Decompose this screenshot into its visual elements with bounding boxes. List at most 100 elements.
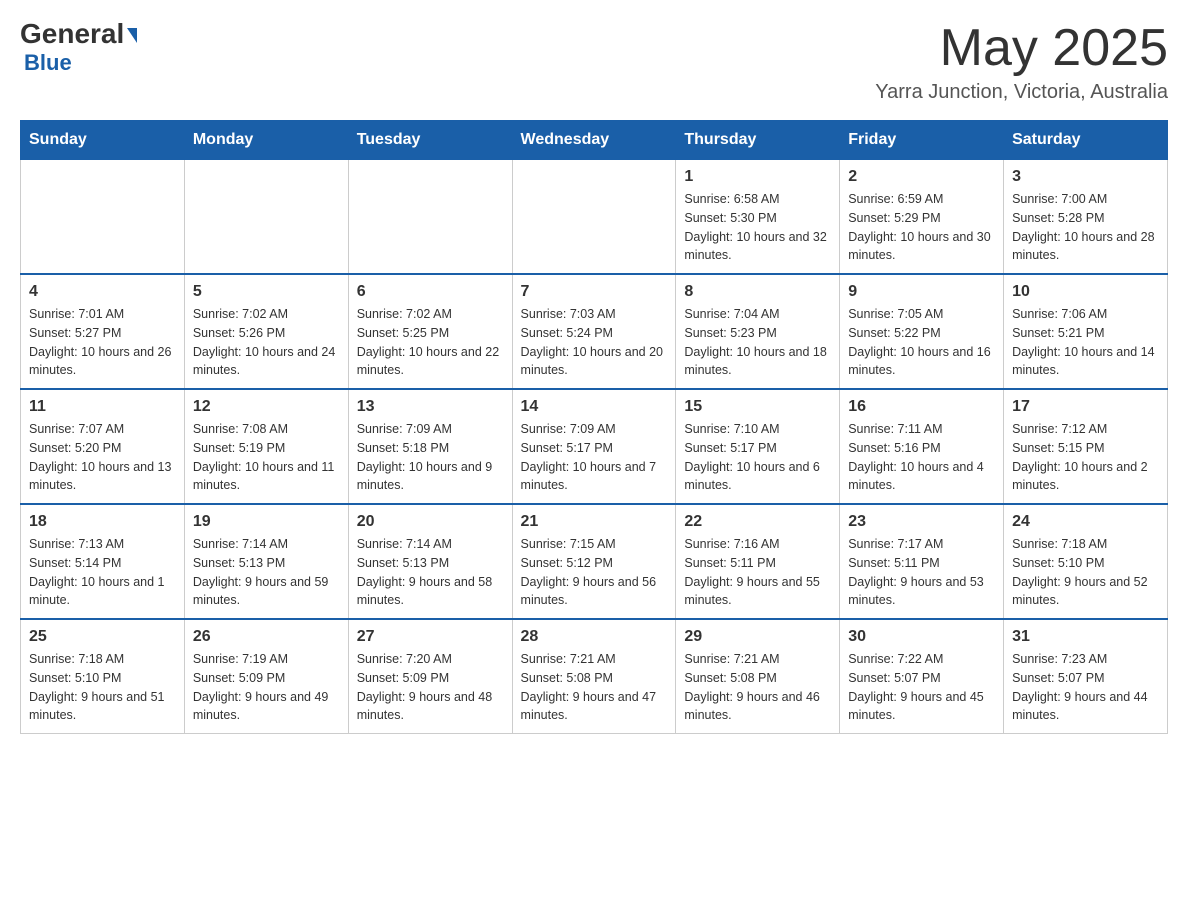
- day-number: 10: [1012, 283, 1159, 301]
- calendar-week-row: 4 Sunrise: 7:01 AMSunset: 5:27 PMDaylight…: [21, 274, 1168, 389]
- day-number: 5: [193, 283, 340, 301]
- calendar-cell: 2 Sunrise: 6:59 AMSunset: 5:29 PMDaylight…: [840, 160, 1004, 275]
- day-info: Sunrise: 7:23 AMSunset: 5:07 PMDaylight:…: [1012, 650, 1159, 725]
- day-info: Sunrise: 7:18 AMSunset: 5:10 PMDaylight:…: [29, 650, 176, 725]
- day-number: 28: [521, 628, 668, 646]
- day-info: Sunrise: 7:01 AMSunset: 5:27 PMDaylight:…: [29, 305, 176, 380]
- day-number: 2: [848, 168, 995, 186]
- day-number: 15: [684, 398, 831, 416]
- month-title: May 2025: [875, 20, 1168, 77]
- day-number: 23: [848, 513, 995, 531]
- calendar-cell: 3 Sunrise: 7:00 AMSunset: 5:28 PMDaylight…: [1004, 160, 1168, 275]
- day-info: Sunrise: 6:58 AMSunset: 5:30 PMDaylight:…: [684, 190, 831, 265]
- calendar-cell: 28 Sunrise: 7:21 AMSunset: 5:08 PMDayligh…: [512, 619, 676, 734]
- day-info: Sunrise: 7:22 AMSunset: 5:07 PMDaylight:…: [848, 650, 995, 725]
- calendar-cell: 12 Sunrise: 7:08 AMSunset: 5:19 PMDayligh…: [184, 389, 348, 504]
- calendar-cell: 6 Sunrise: 7:02 AMSunset: 5:25 PMDaylight…: [348, 274, 512, 389]
- calendar-cell: 20Sunrise: 7:14 AMSunset: 5:13 PMDayligh…: [348, 504, 512, 619]
- weekday-header: Friday: [840, 121, 1004, 160]
- day-info: Sunrise: 7:19 AMSunset: 5:09 PMDaylight:…: [193, 650, 340, 725]
- day-number: 30: [848, 628, 995, 646]
- day-info: Sunrise: 7:15 AMSunset: 5:12 PMDaylight:…: [521, 535, 668, 610]
- calendar-week-row: 1 Sunrise: 6:58 AMSunset: 5:30 PMDaylight…: [21, 160, 1168, 275]
- day-number: 11: [29, 398, 176, 416]
- day-info: Sunrise: 7:05 AMSunset: 5:22 PMDaylight:…: [848, 305, 995, 380]
- calendar-cell: [184, 160, 348, 275]
- day-info: Sunrise: 7:02 AMSunset: 5:26 PMDaylight:…: [193, 305, 340, 380]
- day-number: 1: [684, 168, 831, 186]
- calendar-week-row: 18 Sunrise: 7:13 AMSunset: 5:14 PMDayligh…: [21, 504, 1168, 619]
- logo-blue: Blue: [24, 50, 72, 76]
- calendar-cell: 1 Sunrise: 6:58 AMSunset: 5:30 PMDaylight…: [676, 160, 840, 275]
- day-info: Sunrise: 7:09 AMSunset: 5:17 PMDaylight:…: [521, 420, 668, 495]
- day-number: 24: [1012, 513, 1159, 531]
- day-number: 13: [357, 398, 504, 416]
- calendar-cell: 24 Sunrise: 7:18 AMSunset: 5:10 PMDayligh…: [1004, 504, 1168, 619]
- calendar-cell: 10 Sunrise: 7:06 AMSunset: 5:21 PMDayligh…: [1004, 274, 1168, 389]
- day-info: Sunrise: 7:08 AMSunset: 5:19 PMDaylight:…: [193, 420, 340, 495]
- day-info: Sunrise: 7:21 AMSunset: 5:08 PMDaylight:…: [521, 650, 668, 725]
- calendar-cell: 18 Sunrise: 7:13 AMSunset: 5:14 PMDayligh…: [21, 504, 185, 619]
- calendar-cell: 31 Sunrise: 7:23 AMSunset: 5:07 PMDayligh…: [1004, 619, 1168, 734]
- calendar-cell: 26 Sunrise: 7:19 AMSunset: 5:09 PMDayligh…: [184, 619, 348, 734]
- weekday-header: Monday: [184, 121, 348, 160]
- day-info: Sunrise: 7:12 AMSunset: 5:15 PMDaylight:…: [1012, 420, 1159, 495]
- day-number: 12: [193, 398, 340, 416]
- logo-general: General: [20, 20, 137, 48]
- day-info: Sunrise: 7:00 AMSunset: 5:28 PMDaylight:…: [1012, 190, 1159, 265]
- calendar-cell: 23 Sunrise: 7:17 AMSunset: 5:11 PMDayligh…: [840, 504, 1004, 619]
- weekday-header: Sunday: [21, 121, 185, 160]
- day-info: Sunrise: 7:18 AMSunset: 5:10 PMDaylight:…: [1012, 535, 1159, 610]
- day-number: 3: [1012, 168, 1159, 186]
- day-info: Sunrise: 7:09 AMSunset: 5:18 PMDaylight:…: [357, 420, 504, 495]
- calendar-cell: 17Sunrise: 7:12 AMSunset: 5:15 PMDayligh…: [1004, 389, 1168, 504]
- day-info: Sunrise: 7:20 AMSunset: 5:09 PMDaylight:…: [357, 650, 504, 725]
- calendar-cell: 21 Sunrise: 7:15 AMSunset: 5:12 PMDayligh…: [512, 504, 676, 619]
- day-number: 26: [193, 628, 340, 646]
- day-info: Sunrise: 7:07 AMSunset: 5:20 PMDaylight:…: [29, 420, 176, 495]
- weekday-header: Saturday: [1004, 121, 1168, 160]
- weekday-header-row: SundayMondayTuesdayWednesdayThursdayFrid…: [21, 121, 1168, 160]
- day-info: Sunrise: 7:11 AMSunset: 5:16 PMDaylight:…: [848, 420, 995, 495]
- page-header: General Blue May 2025 Yarra Junction, Vi…: [20, 20, 1168, 104]
- day-info: Sunrise: 7:17 AMSunset: 5:11 PMDaylight:…: [848, 535, 995, 610]
- day-number: 27: [357, 628, 504, 646]
- calendar-cell: 13 Sunrise: 7:09 AMSunset: 5:18 PMDayligh…: [348, 389, 512, 504]
- day-info: Sunrise: 7:13 AMSunset: 5:14 PMDaylight:…: [29, 535, 176, 610]
- day-number: 16: [848, 398, 995, 416]
- calendar-cell: 15Sunrise: 7:10 AMSunset: 5:17 PMDayligh…: [676, 389, 840, 504]
- day-info: Sunrise: 7:14 AMSunset: 5:13 PMDaylight:…: [193, 535, 340, 610]
- day-info: Sunrise: 6:59 AMSunset: 5:29 PMDaylight:…: [848, 190, 995, 265]
- calendar-cell: [348, 160, 512, 275]
- calendar-cell: 29Sunrise: 7:21 AMSunset: 5:08 PMDayligh…: [676, 619, 840, 734]
- day-number: 6: [357, 283, 504, 301]
- day-info: Sunrise: 7:14 AMSunset: 5:13 PMDaylight:…: [357, 535, 504, 610]
- calendar-cell: 5 Sunrise: 7:02 AMSunset: 5:26 PMDaylight…: [184, 274, 348, 389]
- day-number: 4: [29, 283, 176, 301]
- day-number: 25: [29, 628, 176, 646]
- calendar-cell: 25 Sunrise: 7:18 AMSunset: 5:10 PMDayligh…: [21, 619, 185, 734]
- calendar-cell: 11 Sunrise: 7:07 AMSunset: 5:20 PMDayligh…: [21, 389, 185, 504]
- calendar-week-row: 25 Sunrise: 7:18 AMSunset: 5:10 PMDayligh…: [21, 619, 1168, 734]
- calendar-cell: 19Sunrise: 7:14 AMSunset: 5:13 PMDayligh…: [184, 504, 348, 619]
- calendar-cell: 4 Sunrise: 7:01 AMSunset: 5:27 PMDaylight…: [21, 274, 185, 389]
- weekday-header: Thursday: [676, 121, 840, 160]
- day-number: 7: [521, 283, 668, 301]
- calendar-cell: 30 Sunrise: 7:22 AMSunset: 5:07 PMDayligh…: [840, 619, 1004, 734]
- day-number: 31: [1012, 628, 1159, 646]
- day-number: 9: [848, 283, 995, 301]
- day-info: Sunrise: 7:04 AMSunset: 5:23 PMDaylight:…: [684, 305, 831, 380]
- day-info: Sunrise: 7:03 AMSunset: 5:24 PMDaylight:…: [521, 305, 668, 380]
- day-number: 21: [521, 513, 668, 531]
- day-number: 29: [684, 628, 831, 646]
- calendar-cell: 14Sunrise: 7:09 AMSunset: 5:17 PMDayligh…: [512, 389, 676, 504]
- day-info: Sunrise: 7:06 AMSunset: 5:21 PMDaylight:…: [1012, 305, 1159, 380]
- calendar-cell: 9 Sunrise: 7:05 AMSunset: 5:22 PMDaylight…: [840, 274, 1004, 389]
- weekday-header: Tuesday: [348, 121, 512, 160]
- day-number: 18: [29, 513, 176, 531]
- calendar-cell: 7 Sunrise: 7:03 AMSunset: 5:24 PMDaylight…: [512, 274, 676, 389]
- day-number: 22: [684, 513, 831, 531]
- calendar-cell: 8Sunrise: 7:04 AMSunset: 5:23 PMDaylight…: [676, 274, 840, 389]
- day-info: Sunrise: 7:02 AMSunset: 5:25 PMDaylight:…: [357, 305, 504, 380]
- calendar-cell: [512, 160, 676, 275]
